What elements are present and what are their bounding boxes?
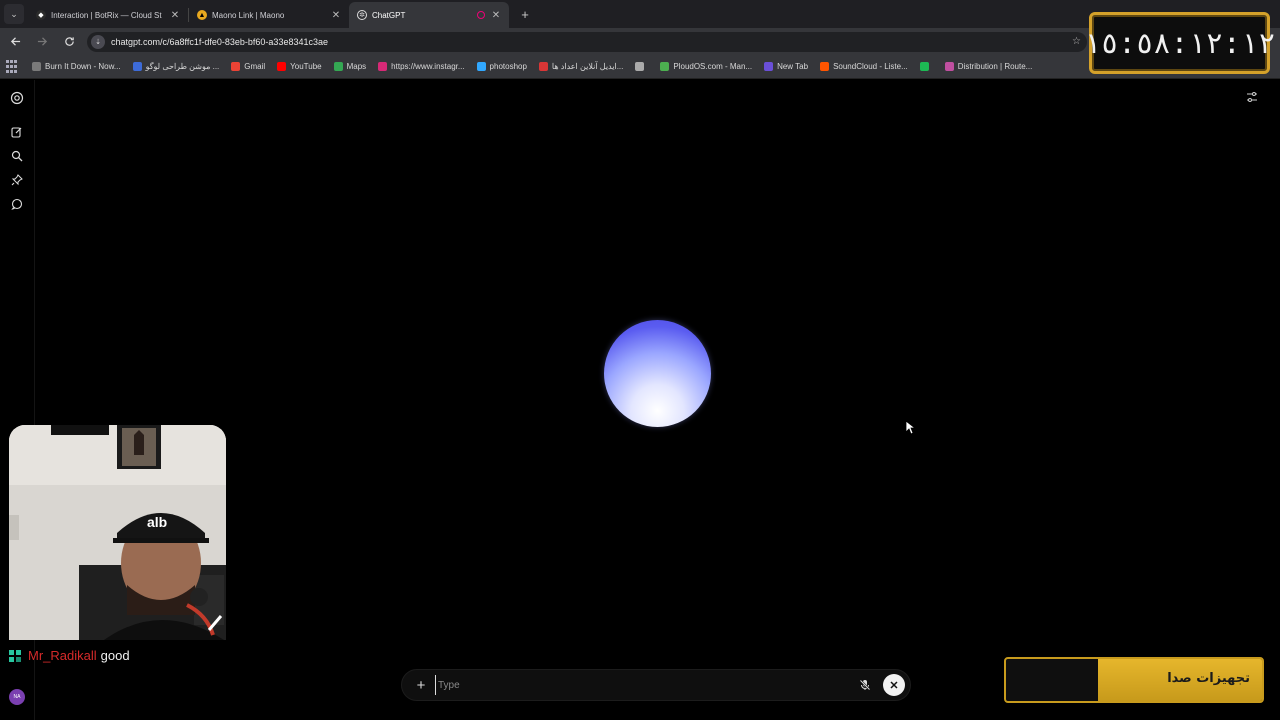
tab-close-icon[interactable]: ✕ bbox=[491, 10, 501, 21]
tab-title: ChatGPT bbox=[372, 10, 406, 20]
bookmark-label: YouTube bbox=[290, 62, 322, 71]
bookmark-item[interactable]: SoundCloud - Liste... bbox=[820, 62, 908, 71]
bookmark-favicon-icon bbox=[378, 62, 388, 71]
end-voice-button[interactable]: ✕ bbox=[883, 674, 905, 696]
bookmark-label: New Tab bbox=[777, 62, 809, 71]
bookmark-label: https://www.instagr... bbox=[391, 62, 465, 71]
bookmark-item[interactable]: YouTube bbox=[277, 62, 322, 71]
bookmark-favicon-icon bbox=[660, 62, 670, 71]
chat-badge-icon bbox=[9, 649, 21, 662]
bookmark-favicon-icon bbox=[132, 62, 142, 71]
bookmark-item[interactable]: ایدیل آنلاین اعداد ها... bbox=[538, 62, 624, 71]
openai-logo-icon[interactable] bbox=[7, 88, 27, 108]
bookmark-item[interactable] bbox=[635, 62, 648, 71]
bookmark-favicon-icon bbox=[919, 62, 929, 71]
search-icon[interactable] bbox=[7, 146, 27, 166]
bookmark-item[interactable]: Gmail bbox=[231, 62, 265, 71]
sponsor-label: تجهیزات صدا bbox=[1167, 671, 1250, 686]
voice-orb bbox=[604, 320, 711, 427]
new-tab-button[interactable]: + bbox=[515, 4, 535, 24]
svg-text:alb: alb bbox=[147, 514, 167, 530]
voice-settings-icon[interactable] bbox=[1246, 90, 1258, 108]
tab-strip: ⌄ ◆ Interaction | BotRix — Cloud St ✕ ▲ … bbox=[0, 0, 1280, 28]
bookmark-label: Gmail bbox=[244, 62, 266, 71]
bookmark-label: SoundCloud - Liste... bbox=[833, 62, 908, 71]
tab-search-button[interactable]: ⌄ bbox=[4, 4, 24, 24]
botrix-favicon-icon: ◆ bbox=[36, 10, 46, 20]
bookmark-item[interactable]: Distribution | Route... bbox=[944, 62, 1033, 71]
chatgpt-favicon-icon: ✲ bbox=[357, 10, 367, 20]
back-button[interactable] bbox=[3, 31, 27, 53]
bookmark-favicon-icon bbox=[538, 62, 548, 71]
bookmark-item[interactable]: Maps bbox=[333, 62, 367, 71]
bookmark-favicon-icon bbox=[820, 62, 830, 71]
webcam-feed: alb bbox=[9, 425, 226, 640]
user-avatar[interactable]: NA bbox=[9, 689, 25, 705]
sponsor-banner: تجهیزات صدا bbox=[1004, 657, 1264, 703]
bookmark-item[interactable]: PloudOS.com - Man... bbox=[660, 62, 752, 71]
tab-title: Maono Link | Maono bbox=[212, 10, 285, 20]
bookmark-item[interactable]: موشن طراحی لوگو ... bbox=[132, 62, 220, 71]
bookmark-favicon-icon bbox=[231, 62, 241, 71]
reload-button[interactable] bbox=[57, 31, 81, 53]
bookmark-item[interactable]: Burn It Down - Now... bbox=[32, 62, 121, 71]
tab-maono[interactable]: ▲ Maono Link | Maono ✕ bbox=[189, 2, 349, 28]
tab-close-icon[interactable]: ✕ bbox=[170, 10, 180, 21]
bookmark-label: photoshop bbox=[489, 62, 527, 71]
tab-botrix[interactable]: ◆ Interaction | BotRix — Cloud St ✕ bbox=[28, 2, 188, 28]
chat-text: good bbox=[100, 648, 130, 663]
voice-composer: + ✕ bbox=[401, 669, 911, 701]
bookmark-item[interactable] bbox=[919, 62, 933, 71]
mic-off-icon bbox=[859, 679, 871, 691]
bookmark-favicon-icon bbox=[32, 62, 41, 71]
bookmark-label: Maps bbox=[346, 62, 367, 71]
reload-icon bbox=[64, 37, 74, 46]
webcam-overlay: alb bbox=[9, 425, 226, 640]
pin-icon[interactable] bbox=[7, 170, 27, 190]
site-info-icon[interactable]: ⇣ bbox=[91, 34, 105, 49]
arrow-right-icon bbox=[37, 37, 47, 46]
mute-mic-button[interactable] bbox=[855, 675, 875, 695]
stream-clock: ١٥:٥٨:١٢:١٢ bbox=[1083, 12, 1275, 74]
bookmark-star-icon[interactable]: ☆ bbox=[1072, 36, 1081, 47]
bookmark-label: موشن طراحی لوگو ... bbox=[145, 62, 220, 71]
bookmark-item[interactable]: New Tab bbox=[764, 62, 808, 71]
tab-title: Interaction | BotRix — Cloud St bbox=[51, 10, 162, 20]
new-chat-icon[interactable] bbox=[7, 122, 27, 142]
bookmark-favicon-icon bbox=[635, 62, 645, 71]
bookmark-item[interactable]: https://www.instagr... bbox=[378, 62, 465, 71]
message-input[interactable] bbox=[435, 675, 855, 695]
tab-chatgpt[interactable]: ✲ ChatGPT ✕ bbox=[349, 2, 509, 28]
address-bar[interactable]: ⇣ chatgpt.com/c/6a8ffc1f-dfe0-83eb-bf60-… bbox=[87, 31, 1087, 52]
bookmark-label: Distribution | Route... bbox=[957, 62, 1033, 71]
mouse-cursor-icon bbox=[905, 420, 915, 435]
chat-username: Mr_Radikall bbox=[28, 648, 97, 663]
forward-button[interactable] bbox=[30, 31, 54, 53]
bookmark-label: ایدیل آنلاین اعداد ها... bbox=[551, 62, 624, 71]
bookmark-label: Burn It Down - Now... bbox=[45, 62, 121, 71]
chat-bubble-icon[interactable] bbox=[7, 194, 27, 214]
bookmark-list: Burn It Down - Now... موشن طراحی لوگو ...… bbox=[32, 62, 1044, 71]
url-text: chatgpt.com/c/6a8ffc1f-dfe0-83eb-bf60-a3… bbox=[111, 36, 328, 47]
apps-grid-icon[interactable] bbox=[6, 59, 20, 74]
bookmark-favicon-icon bbox=[277, 62, 287, 71]
stream-chat-message: Mr_Radikall good bbox=[8, 648, 130, 663]
bookmark-item[interactable]: photoshop bbox=[476, 62, 527, 71]
bookmark-label: PloudOS.com - Man... bbox=[673, 62, 753, 71]
add-attachment-button[interactable]: + bbox=[411, 675, 431, 695]
bookmark-favicon-icon bbox=[944, 62, 954, 71]
recording-indicator-icon bbox=[477, 11, 485, 19]
bookmark-favicon-icon bbox=[476, 62, 486, 71]
bookmark-favicon-icon bbox=[764, 62, 774, 71]
tab-close-icon[interactable]: ✕ bbox=[331, 10, 341, 21]
bookmark-favicon-icon bbox=[333, 62, 343, 71]
maono-favicon-icon: ▲ bbox=[197, 10, 207, 20]
arrow-left-icon bbox=[10, 37, 20, 46]
